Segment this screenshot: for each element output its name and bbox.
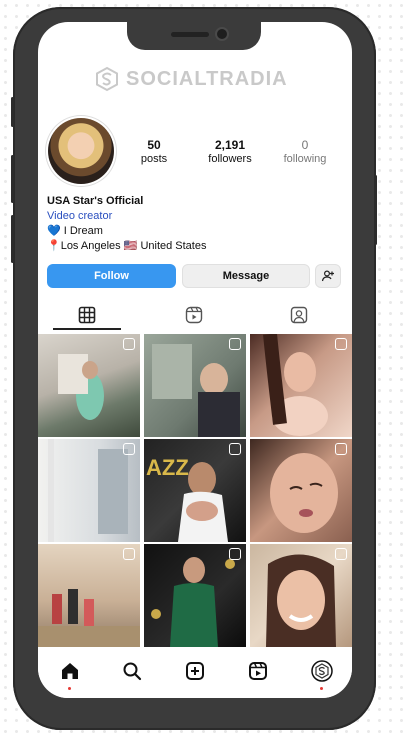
reel-badge-icon <box>229 338 241 350</box>
message-button[interactable]: Message <box>182 264 310 288</box>
phone-power-button <box>374 175 377 245</box>
grid-post[interactable]: AZZ <box>144 439 246 542</box>
nav-home[interactable] <box>58 659 82 683</box>
nav-create[interactable] <box>183 659 207 683</box>
reel-badge-icon <box>123 338 135 350</box>
follow-button[interactable]: Follow <box>47 264 176 288</box>
stat-followers[interactable]: 2,191 followers <box>201 138 259 166</box>
stat-followers-label: followers <box>208 153 252 165</box>
active-tab-indicator <box>53 328 121 330</box>
phone-volume-down-button <box>11 215 14 263</box>
home-icon <box>62 663 78 679</box>
watermark-text: SOCIALTRADIA <box>126 67 288 90</box>
reels-icon <box>249 662 267 680</box>
reel-badge-icon <box>335 338 347 350</box>
reel-badge-icon <box>335 443 347 455</box>
bio-line-dream: 💙 I Dream <box>47 225 103 237</box>
phone-screen: SOCIALTRADIA 50 posts 2,191 followers 0 … <box>38 22 352 698</box>
grid-post[interactable] <box>250 439 352 542</box>
tab-reels[interactable] <box>183 304 205 326</box>
profile-bio: USA Star's Official Video creator 💙 I Dr… <box>47 194 206 254</box>
grid-icon <box>78 306 96 324</box>
stat-posts-value: 50 <box>147 138 161 152</box>
stat-following-value: 0 <box>301 138 309 152</box>
create-icon <box>186 662 204 680</box>
profile-tabs <box>38 300 352 330</box>
speaker <box>171 32 209 37</box>
reel-badge-icon <box>229 443 241 455</box>
phone-notch <box>127 22 261 50</box>
bottom-navigation <box>38 647 352 698</box>
reel-badge-icon <box>123 443 135 455</box>
watermark: SOCIALTRADIA <box>94 64 288 94</box>
suggest-user-button[interactable] <box>315 264 341 288</box>
nav-profile[interactable] <box>310 659 334 683</box>
grid-post[interactable] <box>250 334 352 437</box>
grid-post[interactable] <box>38 544 140 647</box>
svg-text:AZZ: AZZ <box>146 455 189 480</box>
grid-post[interactable] <box>250 544 352 647</box>
profile-category[interactable]: Video creator <box>47 209 206 224</box>
stat-following[interactable]: 0 following <box>278 138 332 166</box>
nav-search[interactable] <box>120 659 144 683</box>
profile-icon <box>311 660 333 682</box>
stat-following-label: following <box>283 153 327 165</box>
add-person-icon <box>321 270 334 282</box>
phone-volume-up-button <box>11 155 14 203</box>
grid-post[interactable] <box>38 439 140 542</box>
posts-grid: AZZ <box>38 334 352 647</box>
watermark-logo-icon <box>96 66 118 92</box>
stat-followers-value: 2,191 <box>214 138 246 152</box>
tab-tagged[interactable] <box>288 304 310 326</box>
stat-posts-label: posts <box>140 153 168 165</box>
profile-active-dot <box>320 687 323 690</box>
nav-reels[interactable] <box>246 659 270 683</box>
home-active-dot <box>68 687 71 690</box>
reel-badge-icon <box>335 548 347 560</box>
phone-side-button-left <box>11 97 14 127</box>
reels-icon <box>185 306 203 324</box>
stat-posts[interactable]: 50 posts <box>134 138 174 166</box>
tab-posts-grid[interactable] <box>76 304 98 326</box>
tagged-icon <box>290 306 308 324</box>
bio-line-location: 📍Los Angeles 🇺🇸 United States <box>47 240 207 252</box>
grid-post[interactable] <box>38 334 140 437</box>
grid-post[interactable] <box>144 334 246 437</box>
search-icon <box>123 662 142 681</box>
profile-avatar[interactable] <box>48 118 114 184</box>
reel-badge-icon <box>123 548 135 560</box>
grid-post[interactable] <box>144 544 246 647</box>
profile-name: USA Star's Official <box>47 195 144 207</box>
front-camera <box>217 29 227 39</box>
reel-badge-icon <box>229 548 241 560</box>
